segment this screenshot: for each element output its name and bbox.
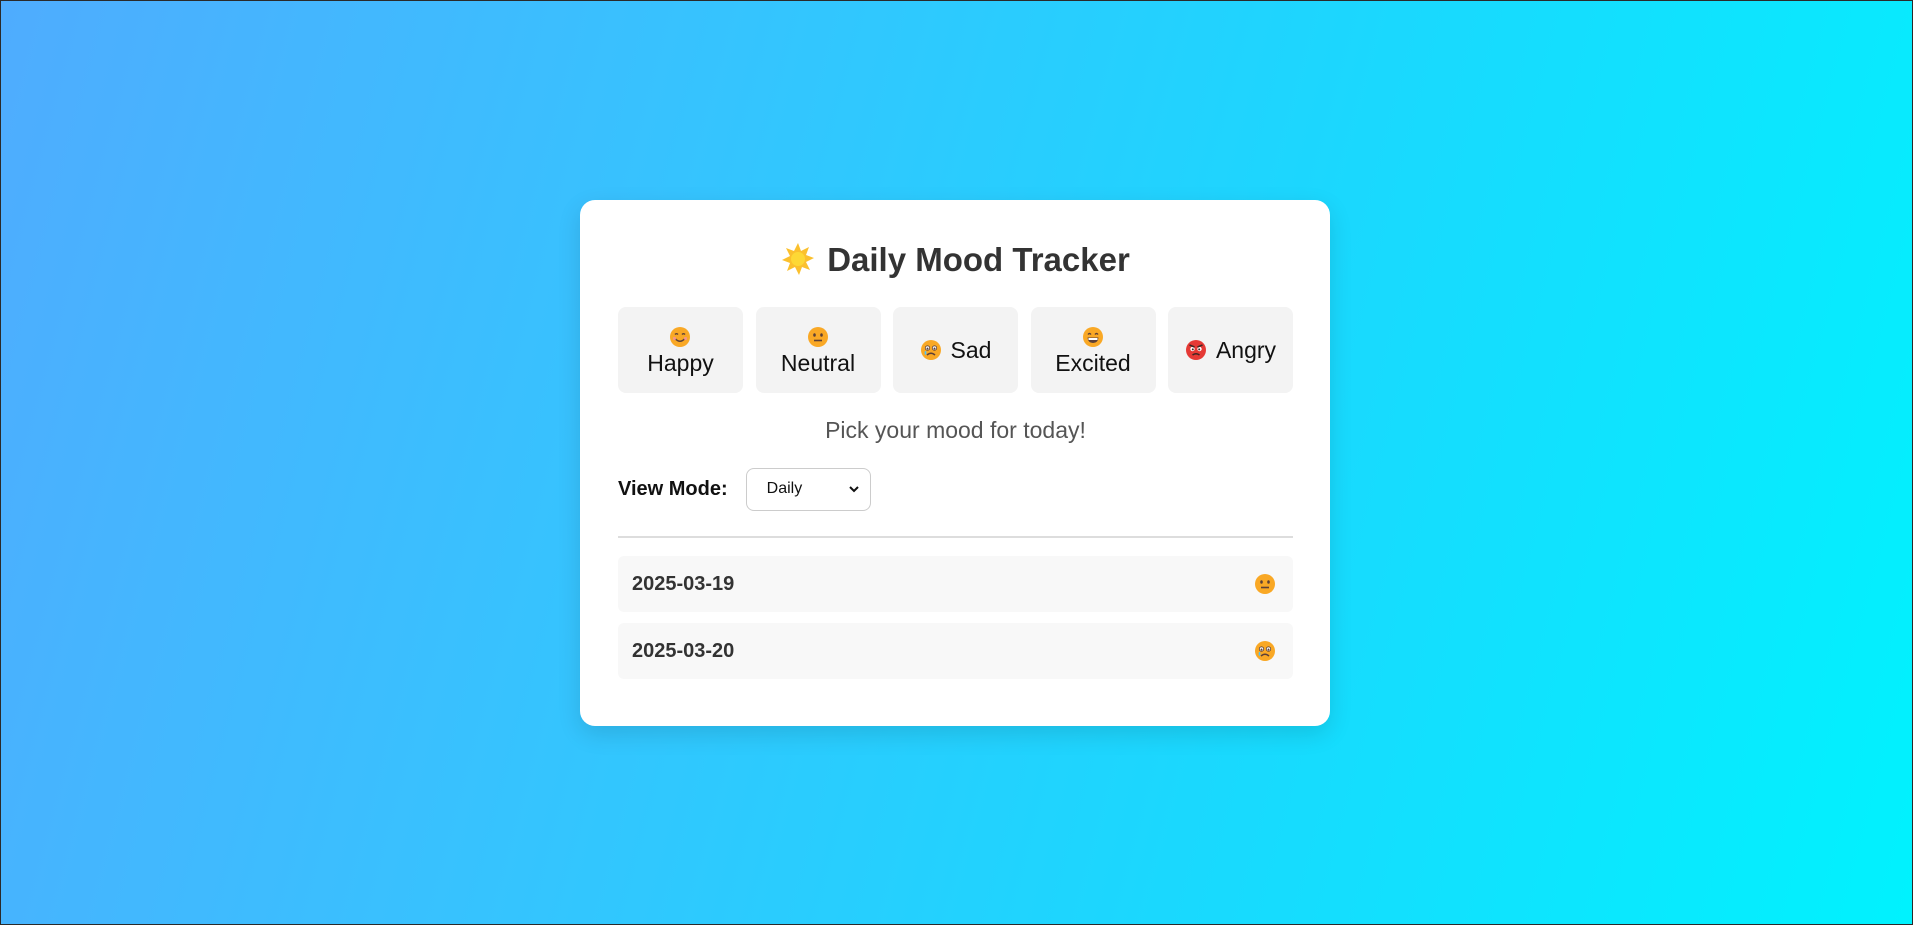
- sad-face-icon: [920, 340, 941, 360]
- sun-icon: [782, 243, 815, 275]
- mood-tracker-card: Daily Mood Tracker Happy Neutral Sad Exc…: [580, 200, 1330, 726]
- entry-date: 2025-03-19: [632, 572, 735, 595]
- mood-button-happy[interactable]: Happy: [618, 307, 743, 393]
- mood-button-angry[interactable]: Angry: [1168, 307, 1293, 393]
- mood-label-angry: Angry: [1215, 337, 1277, 363]
- view-mode-row: View Mode: Daily: [618, 467, 1293, 511]
- mood-history-list: 2025-03-19 2025-03-20: [618, 556, 1293, 679]
- chevron-down-icon: [848, 486, 859, 493]
- mood-prompt: Pick your mood for today!: [825, 417, 1086, 443]
- mood-entry: 2025-03-19: [618, 556, 1293, 612]
- entry-date: 2025-03-20: [632, 639, 735, 662]
- page-title: Daily Mood Tracker: [618, 238, 1293, 282]
- view-mode-label: View Mode:: [618, 477, 728, 500]
- angry-face-icon: [1185, 340, 1206, 360]
- mood-entry: 2025-03-20: [618, 623, 1293, 679]
- mood-label-sad: Sad: [950, 337, 992, 363]
- page-title-text: Daily Mood Tracker: [827, 241, 1130, 278]
- mood-button-excited[interactable]: Excited: [1030, 307, 1156, 393]
- divider: [618, 536, 1293, 538]
- mood-label-neutral: Neutral: [780, 350, 856, 376]
- grinning-face-icon: [1083, 327, 1103, 347]
- smiling-face-icon: [670, 327, 691, 347]
- sad-face-icon: [1255, 641, 1275, 661]
- mood-button-row: Happy Neutral Sad Excited Angry: [618, 307, 1293, 393]
- neutral-face-icon: [1255, 574, 1275, 594]
- view-mode-selected-value: Daily: [766, 480, 803, 497]
- mood-label-excited: Excited: [1055, 350, 1131, 376]
- neutral-face-icon: [808, 327, 828, 347]
- mood-button-sad[interactable]: Sad: [893, 307, 1018, 393]
- mood-label-happy: Happy: [647, 350, 714, 376]
- view-mode-select[interactable]: Daily: [745, 467, 871, 511]
- mood-button-neutral[interactable]: Neutral: [755, 307, 881, 393]
